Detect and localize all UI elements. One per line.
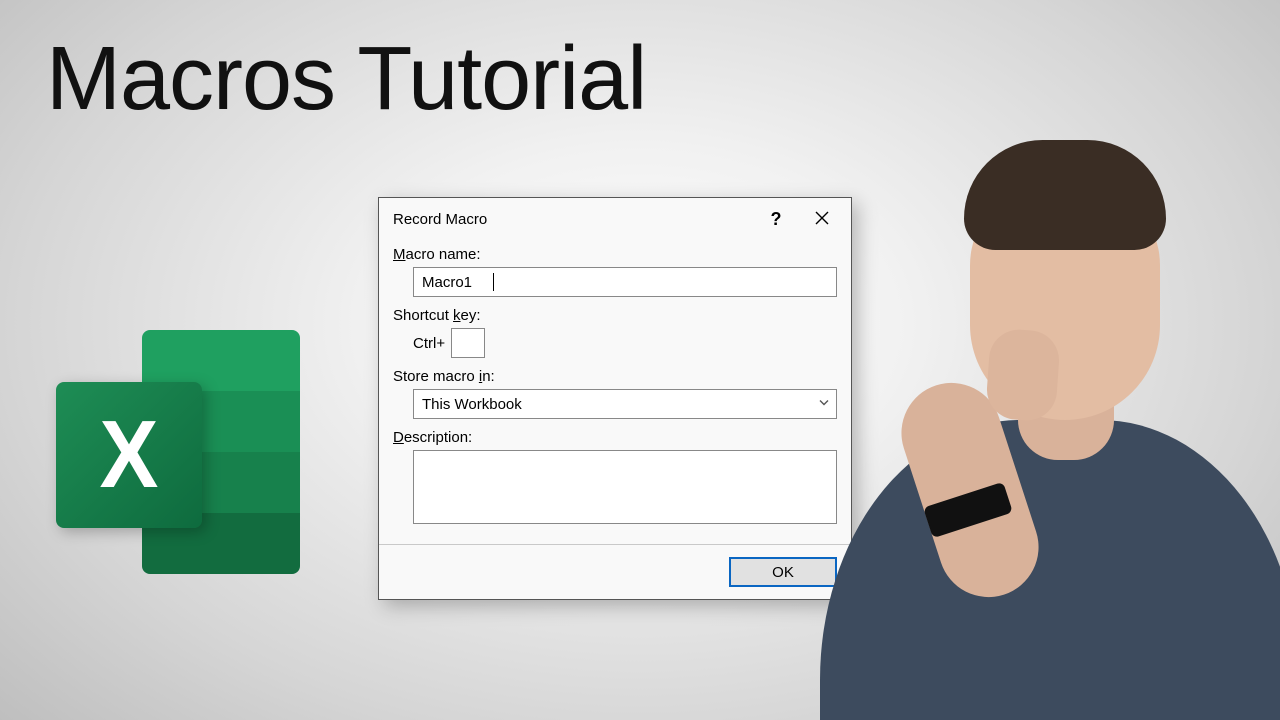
description-label: Description: <box>393 429 837 446</box>
page-title: Macros Tutorial <box>46 28 646 131</box>
store-macro-select[interactable]: This Workbook <box>413 389 837 419</box>
macro-name-input[interactable] <box>413 267 837 297</box>
close-button[interactable] <box>799 200 845 238</box>
excel-logo-letter: X <box>100 400 159 510</box>
close-icon <box>815 209 829 230</box>
help-button[interactable]: ? <box>753 200 799 238</box>
dialog-titlebar[interactable]: Record Macro ? <box>379 198 851 240</box>
macro-name-label: Macro name: <box>393 246 837 263</box>
shortcut-key-input[interactable] <box>451 328 485 358</box>
shortcut-prefix: Ctrl+ <box>413 335 445 352</box>
excel-logo-front: X <box>56 382 202 528</box>
chevron-down-icon <box>818 396 830 413</box>
shortcut-key-label: Shortcut key: <box>393 307 837 324</box>
store-macro-label: Store macro in: <box>393 368 837 385</box>
text-caret <box>493 273 494 291</box>
presenter-photo <box>810 150 1280 720</box>
store-macro-value: This Workbook <box>422 396 522 413</box>
record-macro-dialog: Record Macro ? Macro name: Shortcut key:… <box>378 197 852 600</box>
description-textarea[interactable] <box>413 450 837 524</box>
dialog-title: Record Macro <box>393 211 753 228</box>
ok-button[interactable]: OK <box>729 557 837 587</box>
excel-logo: X <box>56 330 300 574</box>
